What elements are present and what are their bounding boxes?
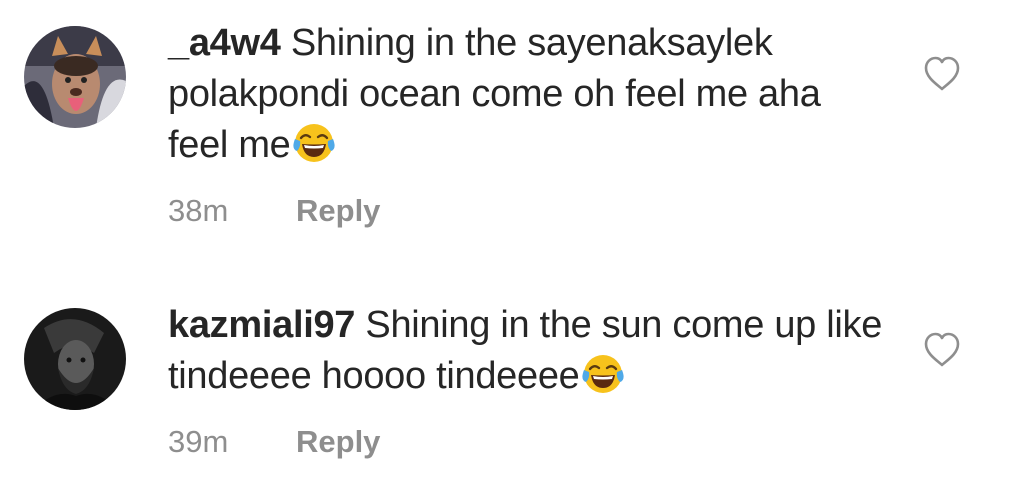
comment-text: kazmiali97 Shining in the sun come up li… xyxy=(168,300,888,402)
comment-body: kazmiali97 Shining in the sun come up li… xyxy=(168,300,888,460)
heart-outline-icon[interactable] xyxy=(922,330,962,370)
comment-text: _a4w4 Shining in the sayenaksaylek polak… xyxy=(168,18,888,171)
comment-username[interactable]: _a4w4 xyxy=(168,22,281,64)
reply-button[interactable]: Reply xyxy=(296,193,380,229)
tears-of-joy-emoji-icon xyxy=(581,352,625,396)
comment-meta: 38m Reply xyxy=(168,193,888,229)
reply-button[interactable]: Reply xyxy=(296,424,380,460)
comment-body: _a4w4 Shining in the sayenaksaylek polak… xyxy=(168,18,888,229)
comment-username[interactable]: kazmiali97 xyxy=(168,304,355,346)
comment-list: _a4w4 Shining in the sayenaksaylek polak… xyxy=(0,0,1024,490)
avatar-image xyxy=(24,308,126,410)
comment-timestamp: 39m xyxy=(168,424,229,459)
avatar[interactable] xyxy=(24,308,126,410)
avatar-image xyxy=(24,26,126,128)
tears-of-joy-emoji-icon xyxy=(292,121,336,165)
heart-outline-icon[interactable] xyxy=(922,54,962,94)
avatar[interactable] xyxy=(24,26,126,128)
comment-meta: 39m Reply xyxy=(168,424,888,460)
comment-timestamp: 38m xyxy=(168,193,229,228)
